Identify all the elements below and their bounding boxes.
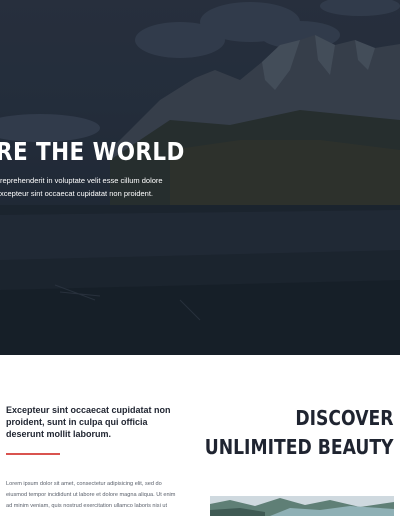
- intro-body-line-3: ad minim veniam, quis nostrud exercitati…: [6, 503, 168, 509]
- intro-body-line-2: eiusmod tempor incididunt ut labore et d…: [6, 492, 176, 498]
- discover-heading: DISCOVER UNLIMITED BEAUTY: [205, 404, 394, 462]
- hero-text-line-1: reprehenderit in voluptate velit esse ci…: [0, 176, 163, 185]
- intro-body-line-1: Lorem ipsum dolor sit amet, consectetur …: [6, 481, 162, 487]
- discover-heading-line-1: DISCOVER: [295, 406, 394, 430]
- hero-section: RE THE WORLD reprehenderit in voluptate …: [0, 0, 400, 355]
- accent-divider: [6, 453, 60, 455]
- discover-heading-line-2: UNLIMITED BEAUTY: [205, 435, 394, 459]
- hero-text-line-2: xcepteur sint occaecat cupidatat non pro…: [0, 189, 154, 198]
- hero-title: RE THE WORLD: [0, 137, 185, 166]
- landscape-thumbnail-image: [210, 496, 394, 516]
- intro-lead-text: Excepteur sint occaecat cupidatat non pr…: [6, 405, 171, 439]
